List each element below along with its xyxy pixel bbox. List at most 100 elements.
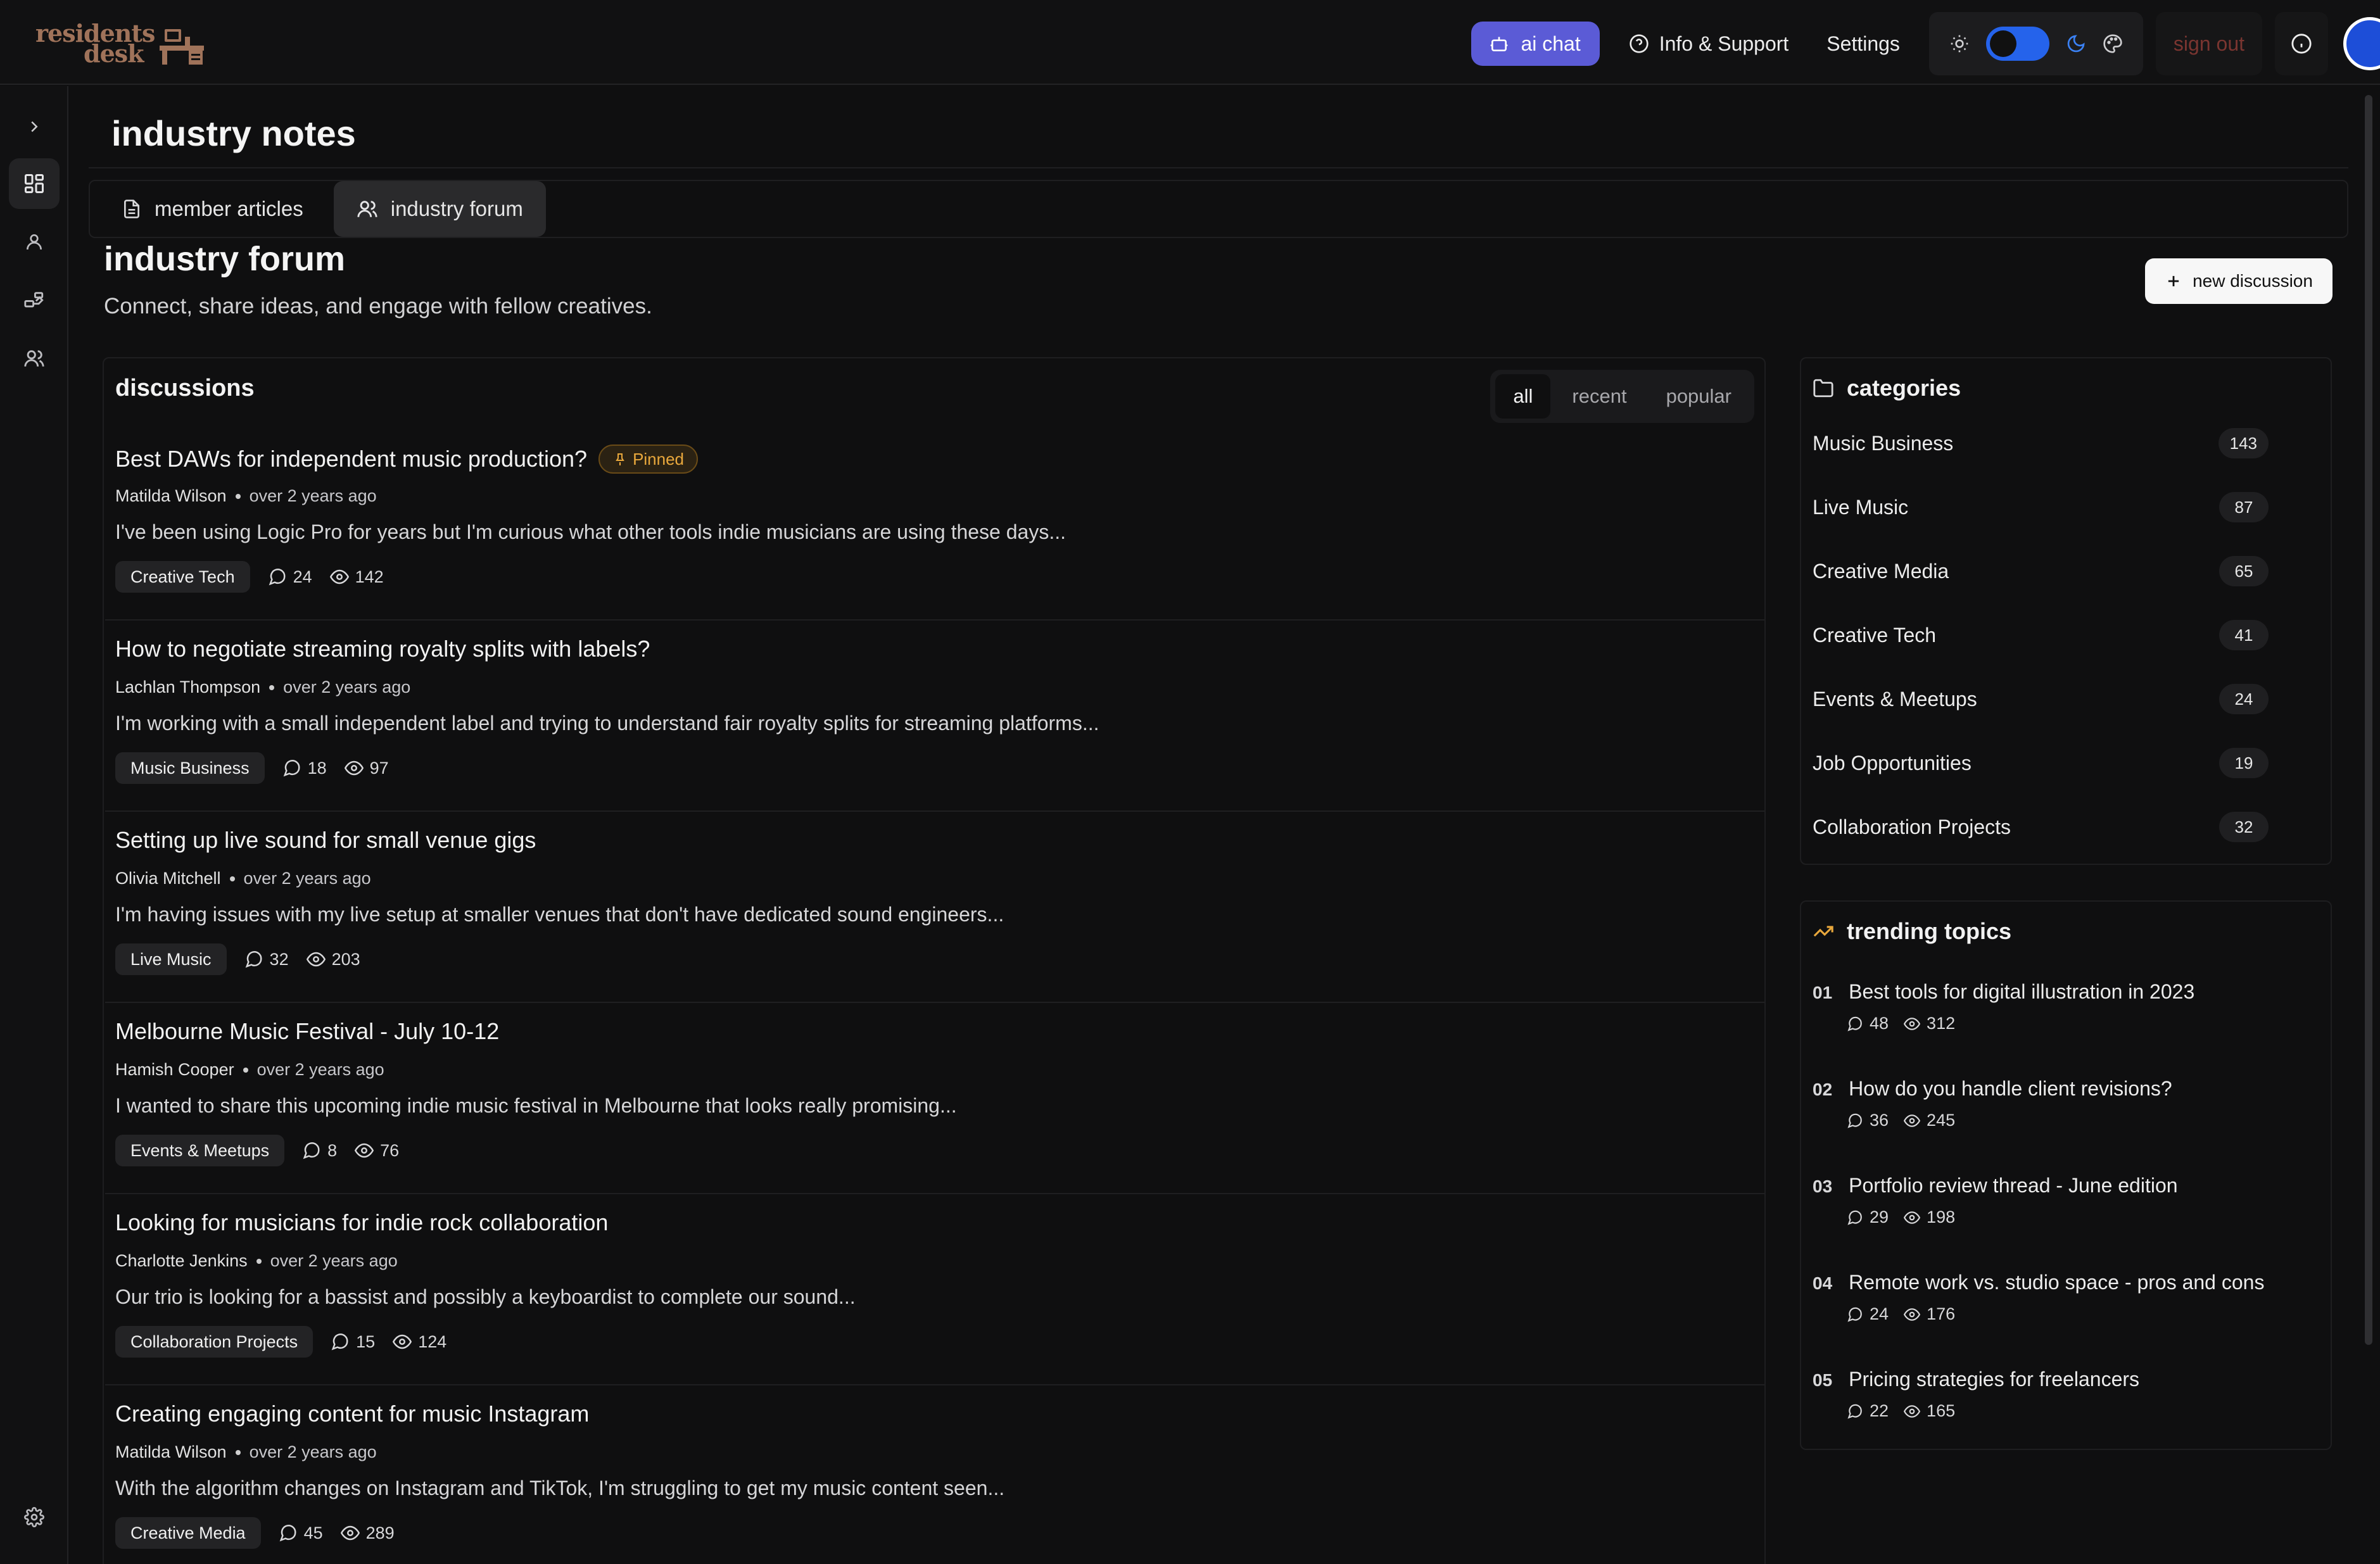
thread-title[interactable]: Looking for musicians for indie rock col… [115, 1209, 608, 1236]
scrollbar[interactable] [2365, 95, 2372, 1345]
settings-button[interactable]: Settings [1807, 22, 1919, 66]
thread-title[interactable]: How to negotiate streaming royalty split… [115, 636, 650, 662]
view-count-value: 142 [355, 567, 384, 586]
thread-author[interactable]: Charlotte Jenkins [115, 1251, 248, 1271]
thread-author[interactable]: Matilda Wilson [115, 486, 227, 506]
category-item[interactable]: Music Business 143 [1813, 424, 2269, 462]
eye-icon [355, 1141, 374, 1160]
separator-dot [243, 1067, 248, 1073]
category-item[interactable]: Job Opportunities 19 [1813, 744, 2269, 782]
message-circle-icon [244, 950, 263, 969]
category-name: Events & Meetups [1813, 687, 1977, 710]
users-icon [357, 198, 378, 220]
trending-item[interactable]: 01 Best tools for digital illustration in… [1813, 980, 2319, 1050]
filter-recent[interactable]: recent [1554, 374, 1644, 419]
discussions-panel: discussions all recent popular Best DAWs… [103, 357, 1766, 1564]
thread-excerpt: I wanted to share this upcoming indie mu… [115, 1094, 957, 1117]
thread-title[interactable]: Melbourne Music Festival - July 10-12 [115, 1018, 499, 1045]
trending-item[interactable]: 04 Remote work vs. studio space - pros an… [1813, 1271, 2319, 1340]
comment-count-value: 32 [269, 949, 289, 969]
category-count: 24 [2219, 684, 2269, 714]
comment-count: 24 [268, 567, 312, 587]
comment-count-value: 18 [307, 758, 327, 778]
category-tag[interactable]: Collaboration Projects [115, 1326, 313, 1358]
category-item[interactable]: Live Music 87 [1813, 488, 2269, 526]
rail-item-dashboard[interactable] [9, 158, 60, 209]
eye-icon [1904, 1016, 1921, 1032]
category-item[interactable]: Collaboration Projects 32 [1813, 808, 2269, 846]
thread-author[interactable]: Lachlan Thompson [115, 678, 260, 697]
trending-stats: 36 245 [1847, 1111, 2319, 1130]
category-item[interactable]: Creative Media 65 [1813, 552, 2269, 590]
info-support-button[interactable]: Info & Support [1610, 22, 1808, 66]
discussion-thread[interactable]: Setting up live sound for small venue gi… [105, 812, 1764, 1003]
category-count: 19 [2219, 748, 2269, 778]
category-item[interactable]: Events & Meetups 24 [1813, 680, 2269, 718]
trending-rank: 05 [1813, 1370, 1833, 1390]
thread-meta: Lachlan Thompson over 2 years ago [115, 678, 410, 697]
trending-item[interactable]: 03 Portfolio review thread - June edition… [1813, 1174, 2319, 1244]
view-count-value: 245 [1927, 1111, 1956, 1130]
view-count: 142 [329, 567, 384, 587]
tab-member-articles[interactable]: member articles [99, 181, 326, 237]
bot-icon [1489, 34, 1509, 54]
help-circle-icon [1629, 34, 1649, 54]
accessibility-button[interactable] [2336, 12, 2380, 75]
comment-count-value: 24 [1870, 1304, 1889, 1323]
category-tag[interactable]: Events & Meetups [115, 1135, 285, 1166]
thread-author[interactable]: Matilda Wilson [115, 1442, 227, 1462]
thread-author[interactable]: Olivia Mitchell [115, 869, 221, 888]
theme-toggle[interactable] [1985, 27, 2049, 61]
discussion-thread[interactable]: Melbourne Music Festival - July 10-12 Ham… [105, 1003, 1764, 1194]
trending-item[interactable]: 05 Pricing strategies for freelancers 22 16… [1813, 1368, 2319, 1437]
moon-icon[interactable] [2066, 34, 2086, 54]
trending-title-line: 03 Portfolio review thread - June edition [1813, 1174, 2319, 1197]
rail-item-tools[interactable] [9, 275, 60, 325]
view-count-value: 176 [1927, 1304, 1956, 1323]
category-tag[interactable]: Creative Tech [115, 561, 250, 593]
category-item[interactable]: Creative Tech 41 [1813, 616, 2269, 654]
thread-title[interactable]: Best DAWs for independent music producti… [115, 445, 699, 474]
filter-popular[interactable]: popular [1649, 374, 1749, 419]
discussion-thread[interactable]: How to negotiate streaming royalty split… [105, 621, 1764, 812]
thread-meta: Charlotte Jenkins over 2 years ago [115, 1251, 398, 1271]
comment-count: 29 [1847, 1208, 1889, 1227]
category-tag[interactable]: Music Business [115, 752, 265, 784]
comment-count-value: 15 [356, 1332, 376, 1351]
filter-all[interactable]: all [1495, 374, 1551, 419]
rail-item-profile[interactable] [9, 217, 60, 267]
tab-industry-forum[interactable]: industry forum [333, 181, 546, 237]
trending-rank: 04 [1813, 1273, 1833, 1293]
pin-icon [612, 451, 628, 467]
trending-item[interactable]: 02 How do you handle client revisions? 36 2… [1813, 1077, 2319, 1147]
thread-author[interactable]: Hamish Cooper [115, 1060, 234, 1080]
discussion-thread[interactable]: Looking for musicians for indie rock col… [105, 1194, 1764, 1385]
eye-icon [344, 759, 364, 778]
expand-sidebar-button[interactable] [9, 101, 60, 152]
toggle-knob [1989, 30, 2016, 57]
accessibility-icon [2343, 17, 2380, 70]
comment-count-value: 8 [327, 1140, 338, 1160]
rail-item-settings[interactable] [9, 1492, 60, 1542]
eye-icon [1904, 1113, 1921, 1129]
category-tag[interactable]: Live Music [115, 943, 227, 975]
trending-up-icon [1813, 921, 1834, 942]
message-circle-icon [1847, 1209, 1863, 1226]
thread-title[interactable]: Creating engaging content for music Inst… [115, 1401, 589, 1427]
info-button[interactable] [2275, 12, 2328, 75]
thread-title[interactable]: Setting up live sound for small venue gi… [115, 827, 536, 854]
palette-icon[interactable] [2103, 34, 2123, 54]
new-discussion-button[interactable]: new discussion [2145, 258, 2333, 304]
trending-stats: 24 176 [1847, 1304, 2319, 1324]
discussion-thread[interactable]: Creating engaging content for music Inst… [105, 1385, 1764, 1564]
brand-logo[interactable]: residents desk [35, 22, 205, 66]
ai-chat-button[interactable]: ai chat [1471, 22, 1600, 66]
thread-title-text: Creating engaging content for music Inst… [115, 1401, 590, 1427]
discussion-thread[interactable]: Best DAWs for independent music producti… [105, 429, 1764, 621]
sign-out-button[interactable]: sign out [2155, 12, 2262, 75]
eye-icon [1904, 1306, 1921, 1323]
sun-icon[interactable] [1949, 34, 1970, 54]
category-tag[interactable]: Creative Media [115, 1517, 261, 1549]
rail-item-community[interactable] [9, 333, 60, 384]
separator-dot [269, 684, 275, 690]
